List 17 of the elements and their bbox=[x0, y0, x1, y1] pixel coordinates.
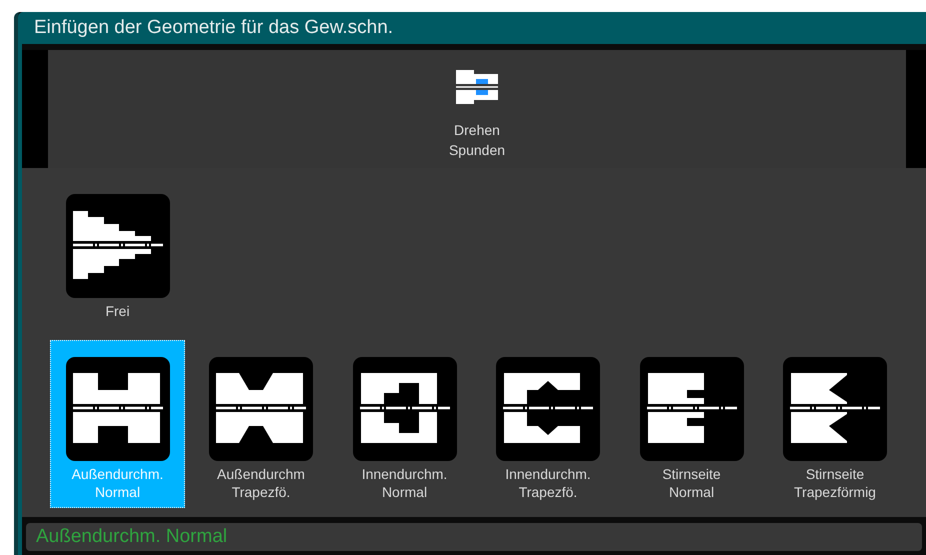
inner-normal-geometry-icon bbox=[352, 357, 456, 461]
geometry-option[interactable]: Innendurchm. Normal bbox=[337, 340, 472, 508]
geometry-option[interactable]: Innendurchm. Trapezfö. bbox=[480, 340, 616, 508]
turning-tool-icon bbox=[456, 70, 498, 104]
face-normal-geometry-icon bbox=[640, 357, 744, 461]
geometry-option[interactable]: Stirnseite Normal bbox=[624, 340, 759, 508]
outer-trapezoid-geometry-icon bbox=[209, 357, 313, 461]
geometry-option[interactable]: Stirnseite Trapezförmig bbox=[768, 340, 902, 508]
status-text: Außendurchm. Normal bbox=[36, 526, 228, 548]
outer-normal-geometry-icon bbox=[66, 357, 170, 461]
geometry-option[interactable]: Außendurchm Trapezfö. bbox=[194, 340, 328, 508]
stepped-geometry-icon bbox=[66, 194, 170, 298]
face-trapezoid-geometry-icon bbox=[783, 357, 887, 461]
geometry-option[interactable]: Frei bbox=[50, 177, 185, 327]
inner-trapezoid-geometry-icon bbox=[496, 357, 600, 461]
window-title: Einfügen der Geometrie für das Gew.schn. bbox=[18, 12, 926, 44]
turning-tool-button[interactable]: Drehen Spunden bbox=[448, 70, 506, 160]
